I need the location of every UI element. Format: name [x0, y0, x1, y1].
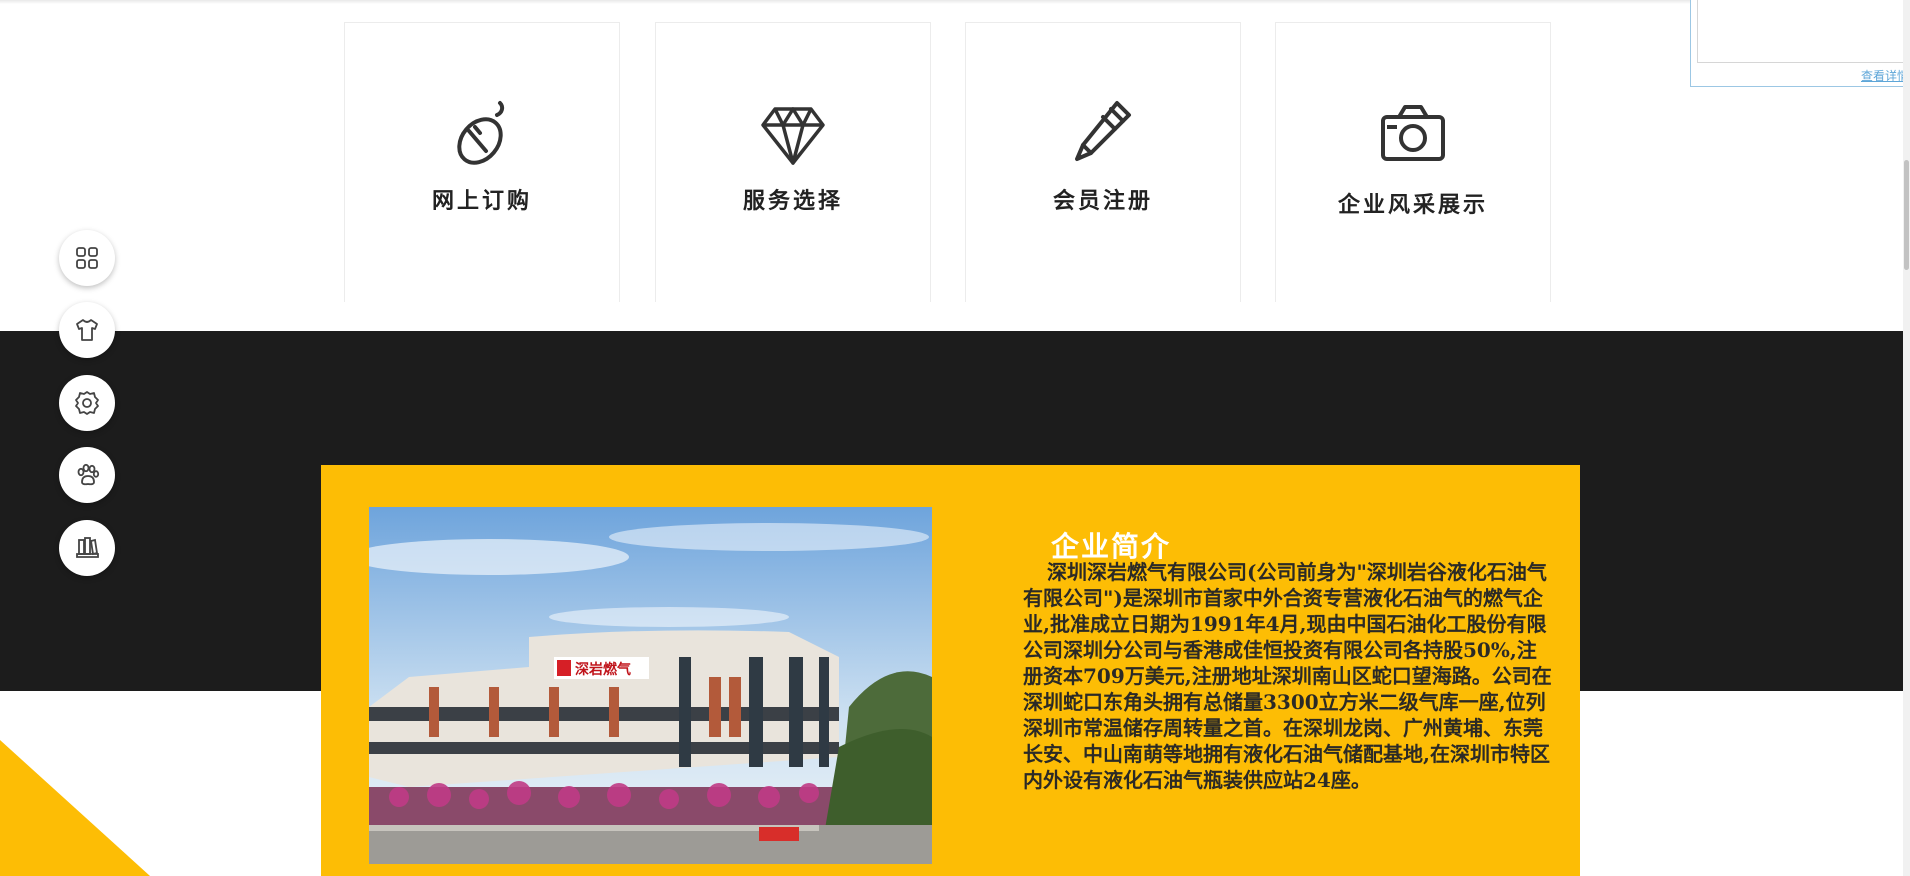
pencil-icon	[1075, 101, 1131, 161]
scrollbar-thumb[interactable]	[1904, 160, 1909, 270]
popup-content	[1697, 0, 1909, 63]
yellow-corner-triangle	[0, 740, 150, 876]
building-sign-text: 深岩燃气	[575, 661, 631, 678]
card-label: 网上订购	[431, 188, 532, 214]
service-cards: 网上订购 服务选择 会员注册 企业风采展示	[0, 0, 1910, 330]
mouse-icon	[457, 101, 505, 165]
card-member-register[interactable]: 会员注册	[965, 22, 1241, 302]
card-label: 会员注册	[1052, 188, 1153, 214]
card-online-order[interactable]: 网上订购	[344, 22, 620, 302]
card-service-select[interactable]: 服务选择	[655, 22, 931, 302]
shirt-icon	[76, 319, 98, 341]
diamond-icon	[761, 107, 825, 165]
popup-detail-link[interactable]: 查看详情	[1861, 67, 1909, 84]
company-building-photo: 深岩燃气	[369, 507, 932, 864]
apps-icon	[76, 247, 98, 269]
intro-body: 深圳深岩燃气有限公司(公司前身为"深圳岩谷液化石油气有限公司")是深圳市首家中外…	[1023, 560, 1552, 792]
card-company-showcase[interactable]: 企业风采展示	[1275, 22, 1551, 302]
camera-icon	[1381, 105, 1445, 161]
scrollbar[interactable]	[1903, 0, 1910, 876]
card-label: 企业风采展示	[1337, 192, 1488, 218]
card-label: 服务选择	[742, 188, 843, 214]
side-button-shirt[interactable]	[59, 302, 115, 358]
paw-icon	[77, 463, 100, 486]
company-intro-section: 深岩燃气 企业简介 深圳深岩燃气有限公司(公司前身为"深圳岩谷液化石油气有限公司…	[321, 465, 1580, 876]
side-button-paw[interactable]	[59, 447, 115, 503]
side-button-books[interactable]	[59, 520, 115, 576]
settings-icon	[75, 391, 99, 415]
books-icon	[76, 537, 99, 558]
side-button-apps[interactable]	[59, 230, 115, 286]
popup-panel: 查看详情	[1690, 0, 1910, 87]
side-button-settings[interactable]	[59, 375, 115, 431]
